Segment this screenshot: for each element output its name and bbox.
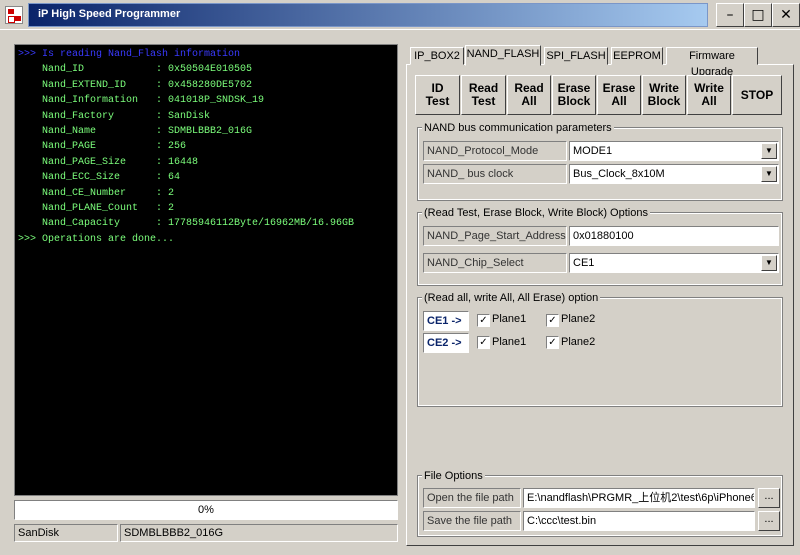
button-label: Block: [647, 94, 681, 108]
minimize-button[interactable]: –: [716, 3, 744, 27]
ce1-plane2-label: Plane2: [561, 313, 596, 325]
protocol-mode-select[interactable]: MODE1: [569, 141, 779, 161]
ce2-plane2-label: Plane2: [561, 336, 596, 348]
page-start-label: NAND_Page_Start_Address: [423, 226, 567, 246]
stop-button[interactable]: STOP: [732, 75, 782, 115]
ce1-plane1-checkbox[interactable]: ✓: [477, 314, 490, 327]
console-line: Nand_CE_Number : 2: [18, 187, 175, 199]
erase-block-button[interactable]: Erase Block: [552, 75, 596, 115]
open-path-label: Open the file path: [423, 488, 521, 508]
open-browse-button[interactable]: ...: [758, 488, 780, 508]
console-line: Nand_PLANE_Count : 2: [18, 203, 175, 215]
button-label: Test: [425, 94, 450, 108]
ce2-plane1-checkbox[interactable]: ✓: [477, 336, 490, 349]
button-label: All: [701, 94, 717, 108]
chip-select-label: NAND_Chip_Select: [423, 253, 567, 273]
button-label: STOP: [740, 88, 774, 102]
console-line: Nand_Information : 041018P_SNDSK_19: [18, 95, 265, 107]
options-title: (Read Test, Erase Block, Write Block) Op…: [422, 207, 650, 219]
console-output[interactable]: >>> Is reading Nand_Flash information Na…: [14, 44, 398, 496]
protocol-mode-value: MODE1: [573, 145, 613, 157]
write-all-button[interactable]: Write All: [687, 75, 731, 115]
app-icon: [5, 6, 23, 24]
bus-clock-select[interactable]: Bus_Clock_8x10M: [569, 164, 779, 184]
read-test-button[interactable]: Read Test: [461, 75, 506, 115]
console-line: Nand_EXTEND_ID : 0x458280DE5702: [18, 79, 253, 91]
console-line: Nand_Capacity : 17785946112Byte/16962MB/…: [18, 218, 355, 230]
tab-ip-box2[interactable]: IP_BOX2: [410, 47, 464, 65]
chevron-down-icon[interactable]: ▼: [761, 166, 777, 182]
ce2-button[interactable]: CE2 ->: [423, 333, 469, 353]
protocol-mode-label: NAND_Protocol_Mode: [423, 141, 567, 161]
close-button[interactable]: ✕: [772, 3, 800, 27]
all-ops-group: [417, 297, 783, 407]
ce2-plane1-label: Plane1: [492, 336, 527, 348]
console-line: Nand_ECC_Size : 64: [18, 172, 181, 184]
console-line: >>> Operations are done...: [18, 233, 175, 245]
console-line: Nand_Factory : SanDisk: [18, 110, 211, 122]
read-all-button[interactable]: Read All: [507, 75, 551, 115]
button-label: All: [521, 94, 537, 108]
all-ops-title: (Read all, write All, All Erase) option: [422, 292, 601, 304]
console-line: Nand_PAGE : 256: [18, 141, 187, 153]
chevron-down-icon[interactable]: ▼: [761, 143, 777, 159]
chip-select-value: CE1: [573, 257, 595, 269]
file-options-title: File Options: [422, 470, 485, 482]
chip-select-select[interactable]: CE1: [569, 253, 779, 273]
bus-params-title: NAND bus communication parameters: [422, 122, 614, 134]
chevron-down-icon[interactable]: ▼: [761, 255, 777, 271]
tab-firmware-upgrade[interactable]: Firmware Upgrade: [666, 47, 758, 78]
status-factory: SanDisk: [14, 524, 118, 542]
page-start-input[interactable]: 0x01880100: [569, 226, 779, 246]
options-group: [417, 212, 783, 286]
tab-eeprom[interactable]: EEPROM: [611, 47, 663, 65]
open-path-input[interactable]: E:\nandflash\PRGMR_上位机2\test\6p\iPhone6: [523, 488, 755, 508]
bus-clock-label: NAND_ bus clock: [423, 164, 567, 184]
ce1-plane1-label: Plane1: [492, 313, 527, 325]
bus-clock-value: Bus_Clock_8x10M: [573, 168, 665, 180]
console-line: Nand_ID : 0x50504E010505: [18, 64, 253, 76]
console-line: >>> Is reading Nand_Flash information: [18, 49, 241, 60]
save-browse-button[interactable]: ...: [758, 511, 780, 531]
button-label: All: [611, 94, 627, 108]
button-label: Test: [471, 94, 496, 108]
console-line: Nand_Name : SDMBLBBB2_016G: [18, 126, 253, 138]
ce1-button[interactable]: CE1 ->: [423, 311, 469, 331]
save-path-label: Save the file path: [423, 511, 521, 531]
save-path-input[interactable]: C:\ccc\test.bin: [523, 511, 755, 531]
console-line: Nand_PAGE_Size : 16448: [18, 156, 199, 168]
write-block-button[interactable]: Write Block: [642, 75, 686, 115]
tab-spi-flash[interactable]: SPI_FLASH: [544, 47, 608, 65]
tab-nand-flash[interactable]: NAND_FLASH: [465, 45, 541, 66]
ce1-plane2-checkbox[interactable]: ✓: [546, 314, 559, 327]
status-nand-name: SDMBLBBB2_016G: [120, 524, 398, 542]
ce2-plane2-checkbox[interactable]: ✓: [546, 336, 559, 349]
erase-all-button[interactable]: Erase All: [597, 75, 641, 115]
maximize-button[interactable]: □: [744, 3, 772, 27]
window-title: iP High Speed Programmer: [38, 8, 181, 20]
progress-bar: 0%: [14, 500, 398, 520]
button-label: Block: [557, 94, 591, 108]
id-test-button[interactable]: ID Test: [415, 75, 460, 115]
